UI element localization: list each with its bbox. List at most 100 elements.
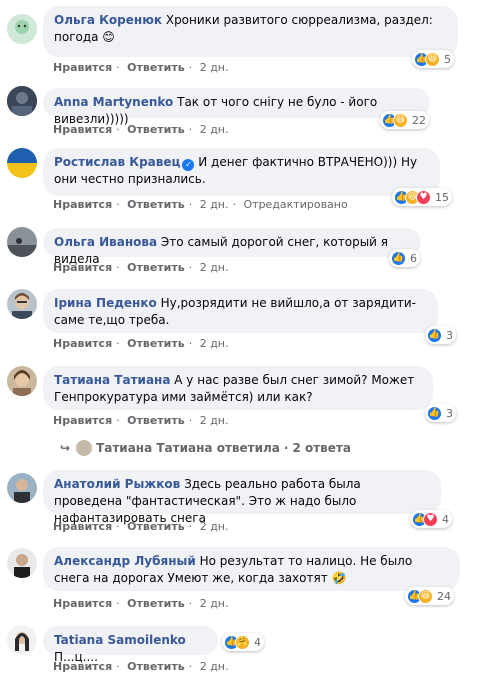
reaction-count: 4 — [442, 512, 449, 526]
timestamp[interactable]: 2 дн. — [200, 337, 229, 350]
reply-link[interactable]: Ответить — [127, 61, 185, 74]
comment-author[interactable]: Tatiana Samoilenko — [54, 633, 186, 647]
heart-icon: ♥ — [416, 189, 431, 205]
verified-badge-icon: ✓ — [182, 159, 195, 171]
comment-author[interactable]: Татиана Татиана — [54, 373, 170, 387]
timestamp[interactable]: 2 дн. — [200, 660, 229, 673]
user-avatar-icon — [7, 366, 37, 396]
avatar[interactable] — [7, 14, 37, 44]
reaction-summary[interactable]: 👍 😆 ♥ 15 — [392, 188, 452, 206]
comment-bubble: Ольга Коренюк Хроники развитого сюрреали… — [43, 6, 458, 57]
user-avatar-icon — [7, 86, 37, 116]
timestamp[interactable]: 2 дн. — [200, 414, 229, 427]
thumbs-up-icon: 👍 — [427, 327, 442, 343]
comment-bubble: Анатолий Рыжков Здесь реально работа был… — [43, 470, 441, 525]
reaction-count: 24 — [437, 589, 451, 603]
like-link[interactable]: Нравится — [53, 123, 112, 136]
comment-actions: Нравится · Ответить · 2 дн. — [53, 520, 229, 533]
reply-link[interactable]: Ответить — [127, 660, 185, 673]
edited-label: Отредактировано — [243, 198, 348, 211]
reply-link[interactable]: Ответить — [127, 337, 185, 350]
like-link[interactable]: Нравится — [53, 414, 112, 427]
comment-actions: Нравится · Ответить · 2 дн. — [53, 597, 229, 610]
replies-author: Татиана Татиана — [96, 441, 213, 455]
avatar[interactable] — [7, 366, 37, 396]
comment-actions: Нравится · Ответить · 2 дн. — [53, 61, 229, 74]
laughing-face-icon: 😆 — [418, 588, 433, 604]
comment-actions: Нравится · Ответить · 2 дн. — [53, 660, 229, 673]
reaction-summary[interactable]: 👍 ♥ 4 — [410, 510, 452, 528]
reaction-summary[interactable]: 👍 🤗 4 — [222, 633, 264, 651]
user-avatar-icon — [7, 289, 37, 319]
comment-author[interactable]: Анатолий Рыжков — [54, 477, 180, 491]
avatar[interactable] — [7, 148, 37, 178]
user-avatar-icon — [7, 473, 37, 503]
view-replies-link[interactable]: ↪ Татиана Татиана ответила · 2 ответа — [60, 440, 351, 456]
comment-bubble: Ростислав Кравец ✓ И денег фактично ВТРАЧ… — [43, 148, 440, 196]
comment-author[interactable]: Ірина Педенко — [54, 296, 157, 310]
comment-author[interactable]: Ольга Коренюк — [54, 13, 162, 27]
comment-bubble: Ольга Иванова Это самый дорогой снег, ко… — [43, 228, 421, 266]
comment-bubble: Татиана Татиана А у нас разве был снег з… — [43, 366, 433, 410]
reaction-summary[interactable]: 👍 😆 5 — [412, 50, 454, 68]
reply-link[interactable]: Ответить — [127, 414, 185, 427]
comment-author[interactable]: Anna Martynenko — [54, 95, 173, 109]
timestamp[interactable]: 2 дн. — [200, 520, 229, 533]
comment-bubble: Tatiana Samoilenko П...ц.... — [43, 626, 218, 664]
avatar[interactable] — [7, 473, 37, 503]
laughing-face-icon: 😆 — [393, 112, 408, 128]
reply-link[interactable]: Ответить — [127, 597, 185, 610]
comment-bubble: Александр Лубяный Но результат то налицо… — [43, 547, 460, 591]
reaction-count: 3 — [446, 328, 453, 342]
like-link[interactable]: Нравится — [53, 198, 112, 211]
avatar[interactable] — [7, 227, 37, 257]
reply-link[interactable]: Ответить — [127, 261, 185, 274]
reaction-summary[interactable]: 👍 6 — [389, 249, 420, 267]
comment-actions: Нравится · Ответить · 2 дн. — [53, 123, 229, 136]
reaction-count: 22 — [412, 113, 426, 127]
thumbs-up-icon: 👍 — [427, 405, 442, 421]
reaction-count: 5 — [444, 52, 451, 66]
like-link[interactable]: Нравится — [53, 597, 112, 610]
reaction-summary[interactable]: 👍 3 — [425, 404, 456, 422]
reply-link[interactable]: Ответить — [127, 520, 185, 533]
user-avatar-icon — [7, 548, 37, 578]
thumbs-up-icon: 👍 — [391, 250, 406, 266]
timestamp[interactable]: 2 дн. — [200, 123, 229, 136]
user-avatar-icon — [7, 227, 37, 257]
user-avatar-icon — [7, 625, 37, 655]
like-link[interactable]: Нравится — [53, 337, 112, 350]
like-link[interactable]: Нравится — [53, 61, 112, 74]
comment-actions: Нравится · Ответить · 2 дн. — [53, 414, 229, 427]
like-link[interactable]: Нравится — [53, 660, 112, 673]
avatar[interactable] — [7, 86, 37, 116]
avatar[interactable] — [7, 289, 37, 319]
avatar — [76, 440, 93, 456]
replies-count: 2 ответа — [292, 441, 351, 455]
timestamp[interactable]: 2 дн. — [200, 198, 229, 211]
timestamp[interactable]: 2 дн. — [200, 261, 229, 274]
comment-actions: Нравится · Ответить · 2 дн. — [53, 261, 229, 274]
comment-bubble: Anna Martynenko Так от чого снігу не бул… — [43, 88, 430, 126]
comment-author[interactable]: Ростислав Кравец — [54, 155, 180, 169]
reaction-summary[interactable]: 👍 😆 24 — [405, 587, 454, 605]
reaction-summary[interactable]: 👍 3 — [425, 326, 456, 344]
like-link[interactable]: Нравится — [53, 520, 112, 533]
comment-author[interactable]: Александр Лубяный — [54, 554, 196, 568]
reaction-count: 15 — [435, 190, 449, 204]
reaction-summary[interactable]: 👍 😆 22 — [380, 111, 429, 129]
comment-actions: Нравится · Ответить · 2 дн. — [53, 337, 229, 350]
reply-link[interactable]: Ответить — [127, 123, 185, 136]
timestamp[interactable]: 2 дн. — [200, 61, 229, 74]
timestamp[interactable]: 2 дн. — [200, 597, 229, 610]
reaction-count: 6 — [410, 251, 417, 265]
reaction-count: 3 — [446, 406, 453, 420]
avatar[interactable] — [7, 548, 37, 578]
reply-link[interactable]: Ответить — [127, 198, 185, 211]
user-avatar-icon — [7, 14, 37, 44]
like-link[interactable]: Нравится — [53, 261, 112, 274]
reply-arrow-icon: ↪ — [60, 441, 71, 455]
laughing-face-icon: 😆 — [425, 51, 440, 67]
avatar[interactable] — [7, 625, 37, 655]
comment-author[interactable]: Ольга Иванова — [54, 235, 157, 249]
